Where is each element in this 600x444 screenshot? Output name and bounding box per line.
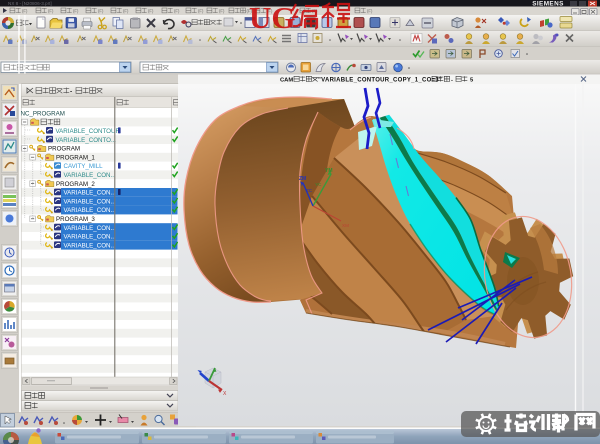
svg-text:(F): (F) <box>367 9 373 14</box>
svg-text:(F): (F) <box>73 9 79 14</box>
svg-text:(F): (F) <box>98 9 104 14</box>
svg-text:XM: XM <box>342 223 349 228</box>
svg-text:VARIABLE_CON...: VARIABLE_CON... <box>64 242 116 249</box>
svg-text:(F): (F) <box>198 9 204 14</box>
svg-text:(F): (F) <box>148 9 154 14</box>
svg-text:YM: YM <box>325 168 333 174</box>
svg-text:VARIABLE_CON...: VARIABLE_CON... <box>64 190 116 197</box>
svg-text:(F): (F) <box>174 9 180 14</box>
svg-text:PROGRAM_2: PROGRAM_2 <box>56 181 95 188</box>
svg-text:VARIABLE_CON...: VARIABLE_CON... <box>64 234 116 241</box>
svg-text:(F): (F) <box>219 9 225 14</box>
svg-text:VARIABLE_CON...: VARIABLE_CON... <box>64 207 116 214</box>
svg-text:ZM: ZM <box>299 176 306 182</box>
svg-text:(F): (F) <box>22 9 28 14</box>
svg-text:VARIABLE_CON...: VARIABLE_CON... <box>64 198 116 205</box>
svg-text:UG: UG <box>249 0 296 35</box>
svg-text:(F): (F) <box>48 9 54 14</box>
svg-text:CAM: CAM <box>280 78 293 84</box>
svg-text:ZC: ZC <box>306 188 313 193</box>
svg-text:VARIABLE_CONTO...: VARIABLE_CONTO... <box>56 137 117 144</box>
svg-text:NX 8 - [N20806-3.prt]: NX 8 - [N20806-3.prt] <box>8 1 52 6</box>
svg-text:SIEMENS: SIEMENS <box>532 0 564 7</box>
svg-text:YC: YC <box>315 182 322 187</box>
svg-text:-: - <box>70 89 72 96</box>
svg-text:"VARIABLE_CONTOUR_COPY_1_CO=3": "VARIABLE_CONTOUR_COPY_1_CO=3" <box>318 78 442 84</box>
svg-text:NC_PROGRAM: NC_PROGRAM <box>21 110 65 117</box>
svg-text:(F): (F) <box>123 9 129 14</box>
svg-text:VARIABLE_CONTOUR: VARIABLE_CONTOUR <box>56 128 121 135</box>
svg-text:PROGRAM_3: PROGRAM_3 <box>56 216 95 223</box>
svg-text:VARIABLE_CON...: VARIABLE_CON... <box>64 172 116 179</box>
svg-text:PROGRAM: PROGRAM <box>48 146 80 153</box>
svg-text:-: - <box>451 78 453 84</box>
svg-text:CAVITY_MILL: CAVITY_MILL <box>64 163 104 170</box>
svg-text:PROGRAM_1: PROGRAM_1 <box>56 154 95 161</box>
svg-text:VARIABLE_CON...: VARIABLE_CON... <box>64 225 116 232</box>
